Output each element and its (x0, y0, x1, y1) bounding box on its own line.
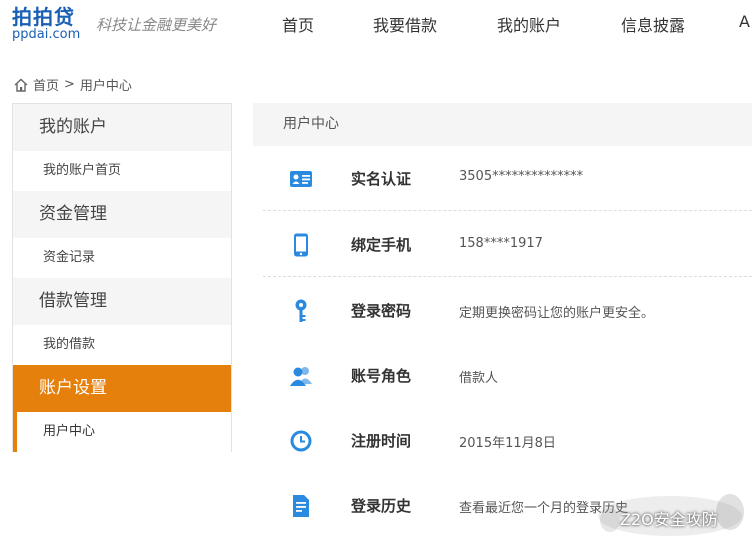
row-register-time: 注册时间 2015年11月8日 (263, 408, 752, 473)
users-icon (290, 367, 312, 386)
nav-disclosure[interactable]: 信息披露 (621, 12, 685, 36)
mobile-phone-icon (294, 233, 308, 257)
breadcrumb-current: 用户中心 (79, 79, 132, 94)
key-icon (295, 299, 307, 322)
row-label: 登录历史 (351, 497, 412, 515)
sidebar-item-account-home[interactable]: 我的账户首页 (13, 151, 231, 191)
row-value: 借款人 (459, 371, 499, 386)
row-label: 实名认证 (351, 170, 412, 188)
breadcrumb-separator: > (64, 77, 75, 92)
sidebar-group-my-account[interactable]: 我的账户 (13, 104, 231, 151)
row-login-password: 登录密码 定期更换密码让您的账户更安全。 (263, 278, 752, 343)
sidebar-item-user-center[interactable]: 用户中心 (13, 412, 231, 452)
sidebar-group-funds[interactable]: 资金管理 (13, 191, 231, 238)
breadcrumb-home[interactable]: 首页 (33, 75, 59, 94)
row-label: 绑定手机 (351, 236, 412, 254)
watermark-text: Z2O安全攻防 (620, 510, 718, 529)
row-label: 登录密码 (351, 302, 412, 320)
sidebar-group-account-settings[interactable]: 账户设置 (13, 365, 231, 412)
row-value: 3505************** (459, 169, 584, 184)
logo-chinese: 拍拍贷 (12, 5, 75, 29)
sidebar-item-my-loans[interactable]: 我的借款 (13, 325, 231, 365)
nav-my-account[interactable]: 我的账户 (497, 12, 561, 36)
nav-borrow[interactable]: 我要借款 (373, 12, 437, 36)
logo-domain: ppdai.com (12, 27, 81, 42)
clock-icon (290, 430, 312, 452)
row-account-role: 账号角色 借款人 (263, 343, 752, 408)
id-card-icon (290, 171, 312, 187)
sidebar-group-loans[interactable]: 借款管理 (13, 278, 231, 325)
slogan: 科技让金融更美好 (96, 16, 217, 34)
row-real-name: 实名认证 3505************** (263, 146, 752, 211)
row-bind-phone: 绑定手机 158****1917 (263, 212, 752, 277)
nav-home[interactable]: 首页 (282, 12, 314, 36)
sidebar: 我的账户 我的账户首页 资金管理 资金记录 借款管理 我的借款 账户设置 用户中… (12, 103, 232, 452)
sidebar-item-fund-records[interactable]: 资金记录 (13, 238, 231, 278)
nav-more[interactable]: A (739, 12, 750, 31)
document-icon (293, 495, 309, 517)
user-center-panel: 用户中心 实名认证 3505************** 绑定手机 158***… (253, 103, 752, 550)
top-header: 拍拍贷 ppdai.com 科技让金融更美好 首页 我要借款 我的账户 信息披露… (0, 0, 752, 48)
row-value: 2015年11月8日 (459, 436, 556, 451)
breadcrumb: 首页 > 用户中心 (13, 75, 137, 94)
panel-title: 用户中心 (253, 103, 752, 146)
ppdai-logo[interactable]: 拍拍贷 ppdai.com (12, 6, 80, 42)
row-value: 定期更换密码让您的账户更安全。 (459, 306, 655, 321)
home-icon (14, 78, 28, 92)
row-label: 账号角色 (351, 367, 412, 385)
row-value: 158****1917 (459, 236, 543, 251)
row-label: 注册时间 (351, 432, 412, 450)
